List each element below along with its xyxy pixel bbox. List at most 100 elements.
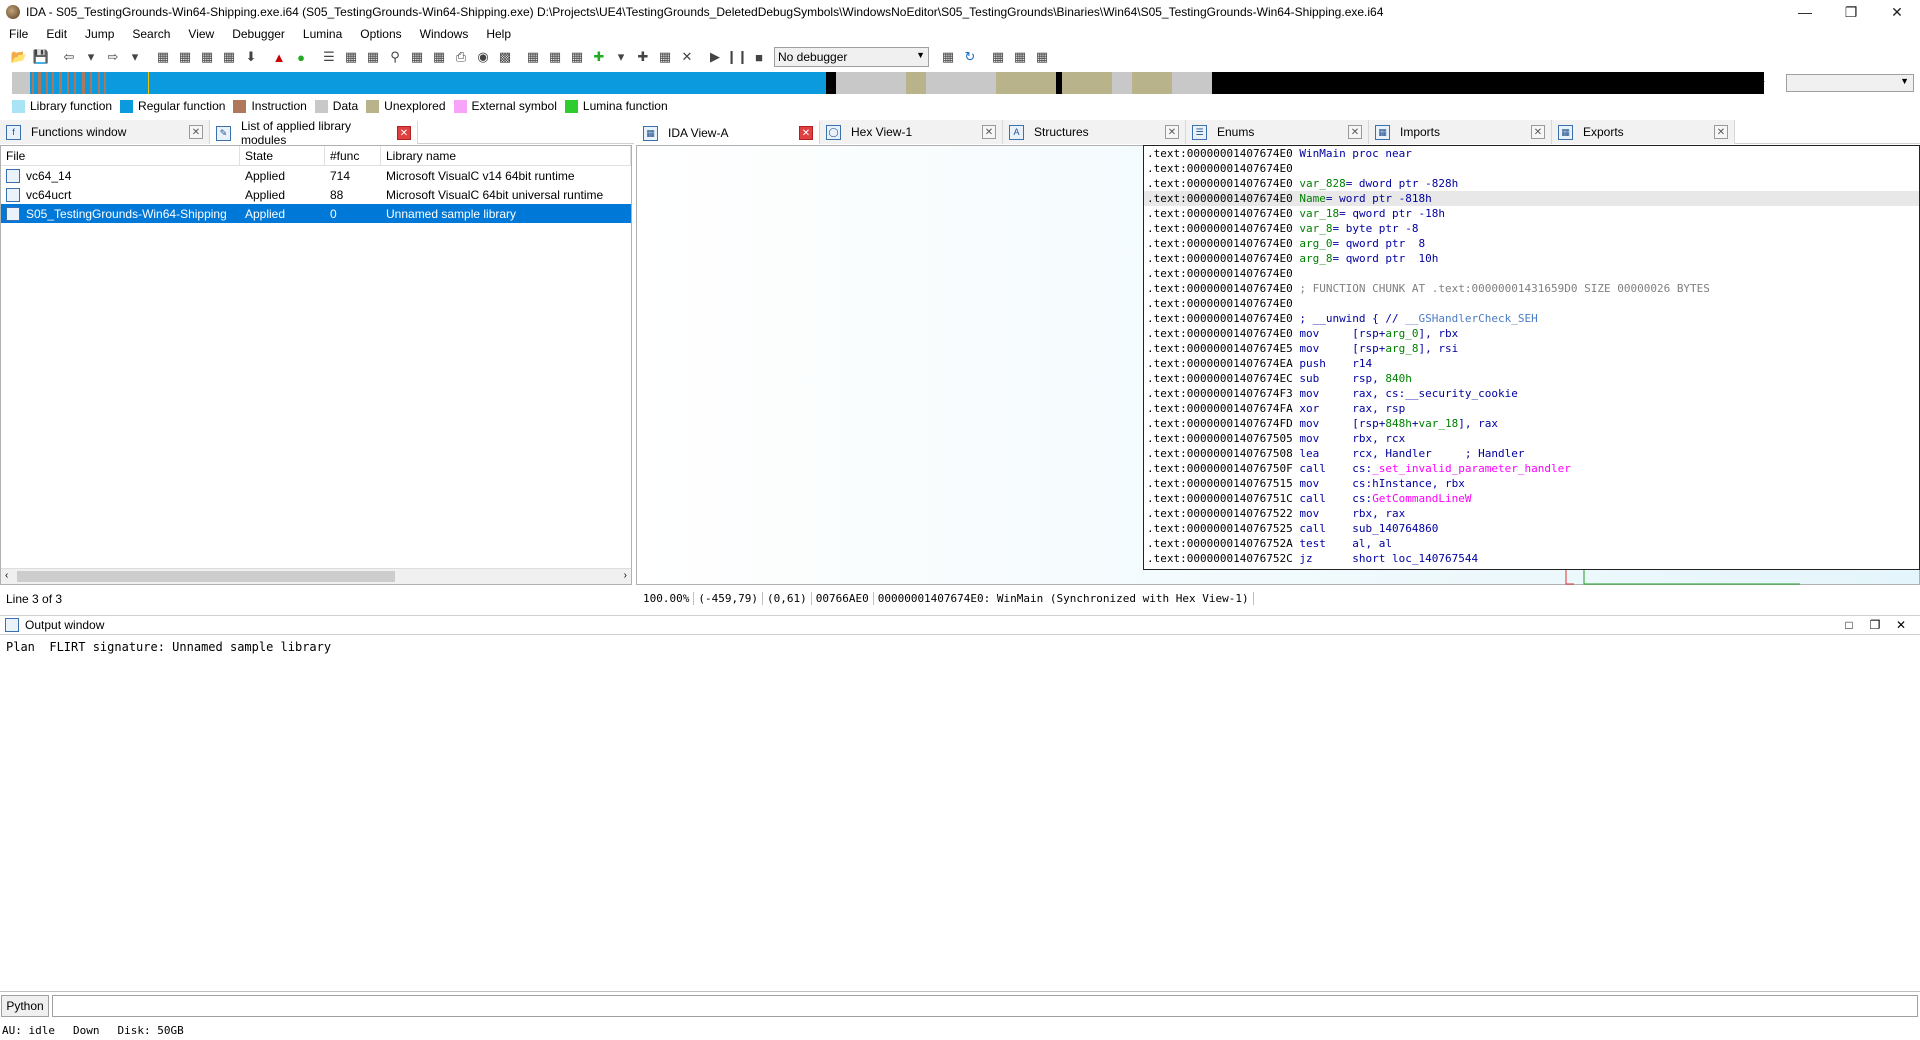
add-breakpoint-icon[interactable]: ✚ bbox=[588, 46, 610, 68]
pause-icon[interactable]: ❙❙ bbox=[726, 46, 748, 68]
binary-search-icon[interactable]: ▦ bbox=[152, 46, 174, 68]
stop-icon[interactable]: ■ bbox=[748, 46, 770, 68]
disasm-line[interactable]: .text:000000014076750F call cs:_set_inva… bbox=[1144, 461, 1919, 476]
disasm-line[interactable]: .text:00000001407674E0 bbox=[1144, 161, 1919, 176]
menu-file[interactable]: File bbox=[0, 27, 37, 41]
disasm-line[interactable]: .text:00000001407674E5 mov [rsp+arg_8], … bbox=[1144, 341, 1919, 356]
back-dropdown-icon[interactable]: ▾ bbox=[80, 46, 102, 68]
zoom-icon[interactable]: ⚲ bbox=[384, 46, 406, 68]
close-icon[interactable]: ✕ bbox=[1874, 0, 1920, 24]
disasm-line[interactable]: .text:00000001407674E0 mov [rsp+arg_0], … bbox=[1144, 326, 1919, 341]
debugger-select[interactable]: No debugger ▼ bbox=[774, 47, 929, 67]
save-icon[interactable]: 💾 bbox=[30, 46, 52, 68]
print-icon[interactable]: ⎙ bbox=[450, 46, 472, 68]
undefine-icon[interactable]: ▦ bbox=[654, 46, 676, 68]
close-icon[interactable]: ✕ bbox=[1531, 125, 1545, 139]
nav-band-dropdown[interactable]: ▼ bbox=[1786, 74, 1914, 92]
palette-icon[interactable]: ▩ bbox=[494, 46, 516, 68]
tab-imports[interactable]: ▦ Imports ✕ bbox=[1369, 120, 1552, 144]
disasm-line[interactable]: .text:00000001407674FA xor rax, rsp bbox=[1144, 401, 1919, 416]
nav-right-arrow-icon[interactable]: ▶ bbox=[1758, 76, 1765, 87]
disasm-line[interactable]: .text:0000000140767508 lea rcx, Handler … bbox=[1144, 446, 1919, 461]
tab-functions-window[interactable]: f Functions window ✕ bbox=[0, 120, 210, 144]
close-icon[interactable]: ✕ bbox=[397, 126, 411, 140]
menu-options[interactable]: Options bbox=[351, 27, 410, 41]
delete-icon[interactable]: ✕ bbox=[676, 46, 698, 68]
make-code-icon[interactable]: ▦ bbox=[522, 46, 544, 68]
close-icon[interactable]: ✕ bbox=[1348, 125, 1362, 139]
disasm-line[interactable]: .text:00000001407674E0 Name= word ptr -8… bbox=[1144, 191, 1919, 206]
disasm-line[interactable]: .text:00000001407674E0 ; FUNCTION CHUNK … bbox=[1144, 281, 1919, 296]
disasm-line[interactable]: .text:00000001407674E0 arg_0= qword ptr … bbox=[1144, 236, 1919, 251]
disasm-line[interactable]: .text:0000000140767522 mov rbx, rax bbox=[1144, 506, 1919, 521]
disasm-line[interactable]: .text:00000001407674FD mov [rsp+848h+var… bbox=[1144, 416, 1919, 431]
tab-ida-view-a[interactable]: ▦ IDA View-A ✕ bbox=[637, 120, 820, 144]
play-icon[interactable]: ▶ bbox=[704, 46, 726, 68]
forward-dropdown-icon[interactable]: ▾ bbox=[124, 46, 146, 68]
horizontal-scrollbar[interactable]: ‹ › bbox=[1, 568, 631, 584]
disasm-line[interactable]: .text:0000000140767515 mov cs:hInstance,… bbox=[1144, 476, 1919, 491]
menu-help[interactable]: Help bbox=[477, 27, 520, 41]
disasm-line[interactable]: .text:000000014076752A test al, al bbox=[1144, 536, 1919, 551]
run-green-icon[interactable]: ● bbox=[290, 46, 312, 68]
pin-icon[interactable]: ✚ bbox=[632, 46, 654, 68]
column-header-func[interactable]: #func bbox=[325, 145, 381, 166]
close-icon[interactable]: ✕ bbox=[1888, 618, 1914, 632]
python-button[interactable]: Python bbox=[1, 995, 49, 1017]
disasm-line[interactable]: .text:00000001407674E0 ; __unwind { // _… bbox=[1144, 311, 1919, 326]
sync-icon[interactable]: ↻ bbox=[959, 46, 981, 68]
breakpoint-list-icon[interactable]: ▦ bbox=[987, 46, 1009, 68]
minimize-icon[interactable]: — bbox=[1782, 0, 1828, 24]
make-string-icon[interactable]: ▦ bbox=[566, 46, 588, 68]
toggle-breakpoint-icon[interactable]: ▦ bbox=[1009, 46, 1031, 68]
delete-breakpoint-icon[interactable]: ▦ bbox=[1031, 46, 1053, 68]
menu-jump[interactable]: Jump bbox=[76, 27, 123, 41]
disasm-line[interactable]: .text:000000014076751C call cs:GetComman… bbox=[1144, 491, 1919, 506]
tab-enums[interactable]: ☰ Enums ✕ bbox=[1186, 120, 1369, 144]
disasm-line[interactable]: .text:000000014076752C jz short loc_1407… bbox=[1144, 551, 1919, 566]
menu-view[interactable]: View bbox=[179, 27, 223, 41]
output-window-text[interactable]: Plan FLIRT signature: Unnamed sample lib… bbox=[0, 636, 1920, 992]
scroll-right-icon[interactable]: › bbox=[624, 570, 627, 581]
navigation-band[interactable] bbox=[12, 72, 1764, 94]
list-view-icon[interactable]: ☰ bbox=[318, 46, 340, 68]
column-header-file[interactable]: File bbox=[1, 145, 240, 166]
disasm-line[interactable]: .text:00000001407674E0 var_828= dword pt… bbox=[1144, 176, 1919, 191]
add-dropdown-icon[interactable]: ▾ bbox=[610, 46, 632, 68]
close-icon[interactable]: ✕ bbox=[1714, 125, 1728, 139]
tab-structures[interactable]: A Structures ✕ bbox=[1003, 120, 1186, 144]
table-row-selected[interactable]: S05_TestingGrounds-Win64-Shipping Applie… bbox=[1, 204, 631, 223]
tab-exports[interactable]: ▦ Exports ✕ bbox=[1552, 120, 1735, 144]
disasm-line[interactable]: .text:0000000140767505 mov rbx, rcx bbox=[1144, 431, 1919, 446]
disasm-line[interactable]: .text:00000001407674E0 WinMain proc near bbox=[1144, 146, 1919, 161]
open-folder-icon[interactable]: 📂 bbox=[8, 46, 30, 68]
down-arrow-icon[interactable]: ⬇ bbox=[240, 46, 262, 68]
python-command-input[interactable] bbox=[52, 995, 1918, 1017]
table-row[interactable]: vc64ucrt Applied 88 Microsoft VisualC 64… bbox=[1, 185, 631, 204]
segments-icon[interactable]: ▦ bbox=[362, 46, 384, 68]
color-icon[interactable]: ◉ bbox=[472, 46, 494, 68]
attach-icon[interactable]: ▦ bbox=[937, 46, 959, 68]
tab-applied-library-modules[interactable]: ✎ List of applied library modules ✕ bbox=[210, 119, 418, 147]
close-icon[interactable]: ✕ bbox=[982, 125, 996, 139]
column-header-state[interactable]: State bbox=[240, 145, 325, 166]
close-icon[interactable]: ✕ bbox=[1165, 125, 1179, 139]
graph-view-icon[interactable]: ▲ bbox=[268, 46, 290, 68]
menu-debugger[interactable]: Debugger bbox=[223, 27, 294, 41]
float-icon[interactable]: ❐ bbox=[1862, 618, 1888, 632]
restore-icon[interactable]: ❐ bbox=[1828, 0, 1874, 24]
menu-search[interactable]: Search bbox=[123, 27, 179, 41]
text-search-icon[interactable]: ▦ bbox=[174, 46, 196, 68]
make-data-icon[interactable]: ▦ bbox=[544, 46, 566, 68]
immediate-search-icon[interactable]: ▦ bbox=[196, 46, 218, 68]
disasm-line[interactable]: .text:00000001407674E0 bbox=[1144, 266, 1919, 281]
disasm-line[interactable]: .text:00000001407674E0 bbox=[1144, 296, 1919, 311]
proximity-icon[interactable]: ▦ bbox=[406, 46, 428, 68]
disasm-line[interactable]: .text:00000001407674E0 var_18= qword ptr… bbox=[1144, 206, 1919, 221]
close-icon[interactable]: ✕ bbox=[189, 125, 203, 139]
scrollbar-thumb[interactable] bbox=[17, 571, 395, 582]
calculator-icon[interactable]: ▦ bbox=[428, 46, 450, 68]
maximize-icon[interactable]: □ bbox=[1836, 618, 1862, 632]
close-icon[interactable]: ✕ bbox=[799, 126, 813, 140]
search-next-icon[interactable]: ▦ bbox=[218, 46, 240, 68]
